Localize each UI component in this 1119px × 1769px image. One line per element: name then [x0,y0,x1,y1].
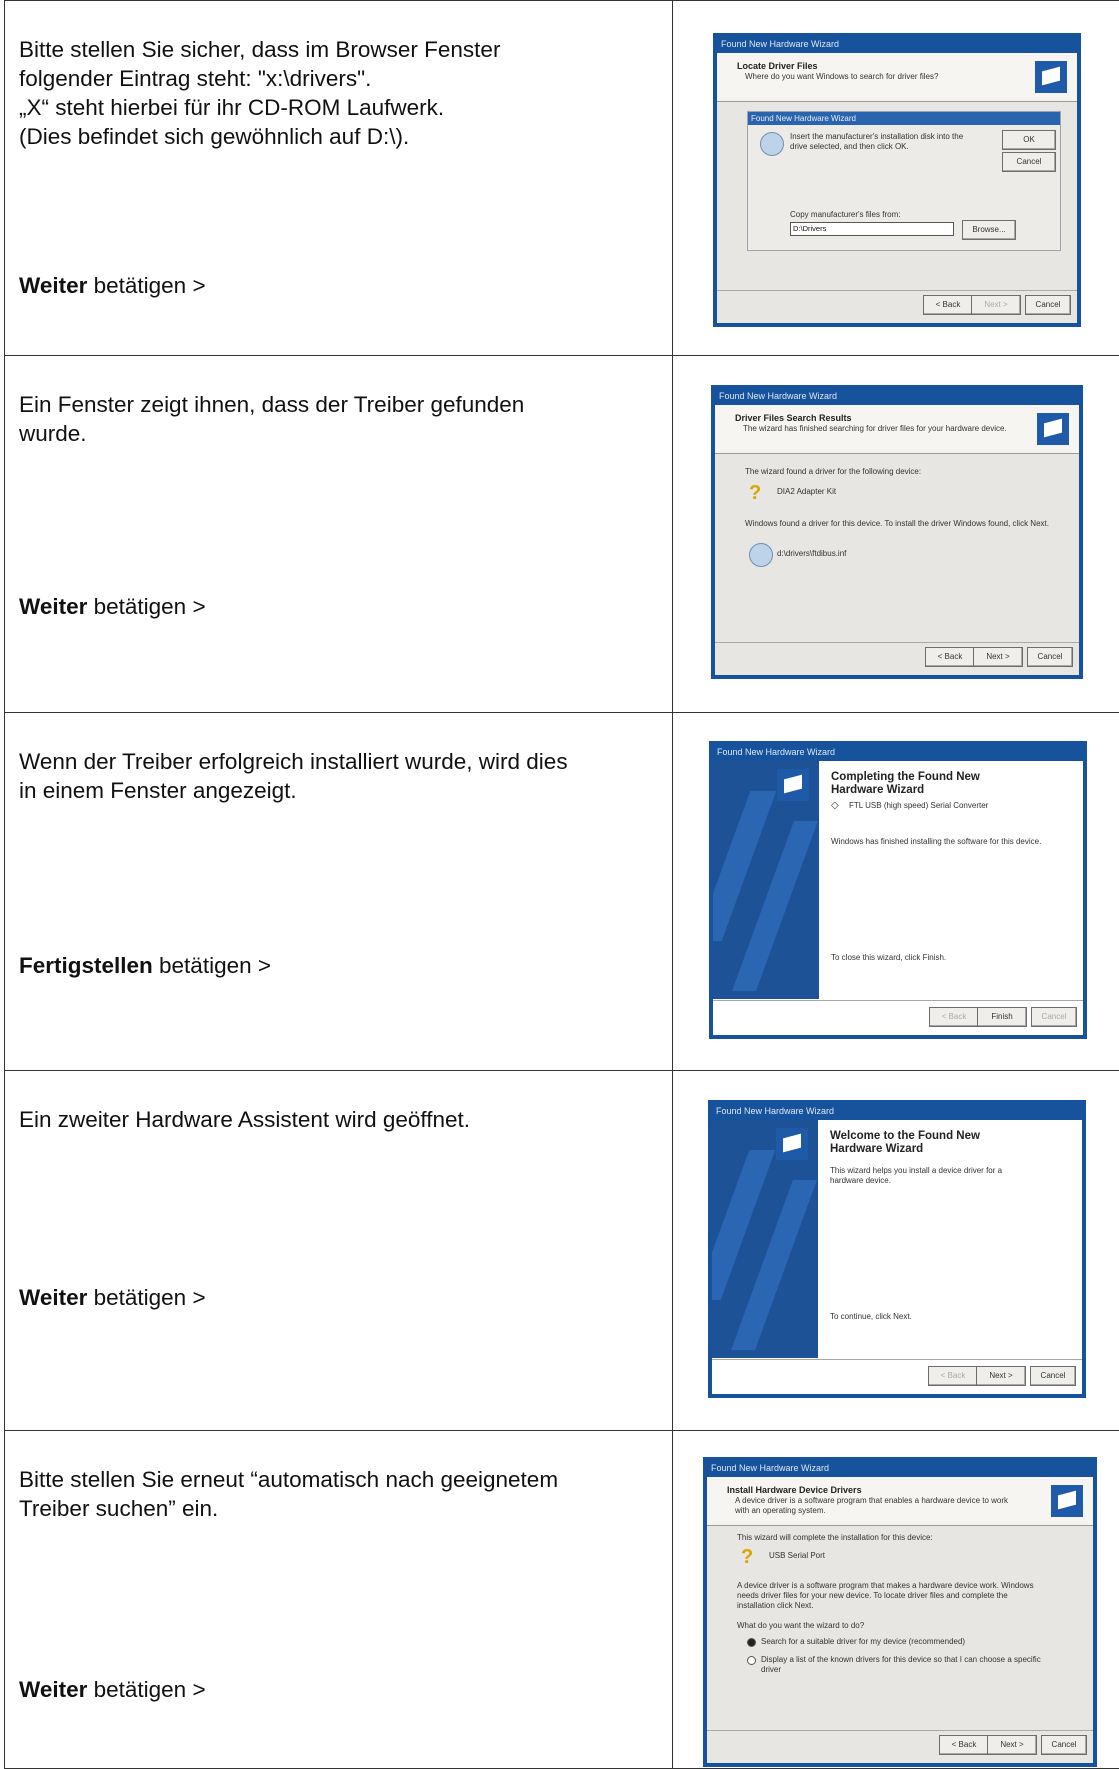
option-search-radio[interactable] [747,1638,756,1647]
back-button[interactable]: < Back [928,1366,978,1386]
step-description: Ein Fenster zeigt ihnen, dass der Treibe… [19,390,644,448]
cancel-button[interactable]: Cancel [1027,647,1073,667]
back-button[interactable]: < Back [923,295,973,315]
wizard-window: Found New Hardware Wizard Welcome to the… [708,1100,1086,1398]
hardware-wizard-icon [777,769,809,801]
screenshot-cell: Found New Hardware Wizard Welcome to the… [673,1071,1119,1431]
wizard-window: Found New Hardware Wizard Driver Files S… [711,385,1083,679]
device-diamond-icon: ◇ [831,801,839,811]
step-text-cell: Ein zweiter Hardware Assistent wird geöf… [5,1071,673,1431]
back-button[interactable]: < Back [925,647,975,667]
instructions-table: Bitte stellen Sie sicher, dass im Browse… [4,0,1119,1769]
step-row-4: Ein zweiter Hardware Assistent wird geöf… [5,1071,1119,1431]
step-action: Weiter betätigen > [19,1285,206,1311]
unknown-device-icon: ? [741,1547,761,1567]
wizard-titlebar: Found New Hardware Wizard [712,1104,1082,1119]
screenshot-cell: Found New Hardware Wizard Install Hardwa… [673,1431,1119,1769]
wizard-window: Found New Hardware Wizard Completing the… [709,741,1087,1039]
step-text-cell: Bitte stellen Sie erneut “automatisch na… [5,1431,673,1769]
driver-file-icon [749,543,773,567]
cancel-button[interactable]: Cancel [1030,1366,1076,1386]
wizard-big-title: Welcome to the Found New Hardware Wizard [830,1130,980,1156]
hardware-wizard-icon [1037,413,1069,445]
back-button[interactable]: < Back [929,1007,979,1027]
step-row-2: Ein Fenster zeigt ihnen, dass der Treibe… [5,356,1119,713]
step-row-3: Wenn der Treiber erfolgreich installiert… [5,713,1119,1071]
cancel-button[interactable]: Cancel [1041,1735,1087,1755]
step-action: Weiter betätigen > [19,594,206,620]
screenshot-cell: Found New Hardware Wizard Driver Files S… [673,356,1119,713]
step-text-cell: Bitte stellen Sie sicher, dass im Browse… [5,1,673,356]
cancel-button[interactable]: Cancel [1002,152,1056,172]
step-description: Wenn der Treiber erfolgreich installiert… [19,747,644,805]
wizard-sidebar-graphic [713,761,819,999]
screenshot-cell: Found New Hardware Wizard Locate Driver … [673,1,1119,356]
wizard-window: Found New Hardware Wizard Locate Driver … [713,33,1081,327]
next-button[interactable]: Next > [976,1366,1026,1386]
step-description: Ein zweiter Hardware Assistent wird geöf… [19,1105,644,1134]
ok-button[interactable]: OK [1002,130,1056,150]
browse-button[interactable]: Browse... [962,220,1016,240]
wizard-titlebar: Found New Hardware Wizard [715,389,1079,404]
next-button[interactable]: Next > [971,295,1021,315]
back-button[interactable]: < Back [939,1735,989,1755]
step-row-5: Bitte stellen Sie erneut “automatisch na… [5,1431,1119,1769]
footer-cancel-button[interactable]: Cancel [1025,295,1071,315]
screenshot-cell: Found New Hardware Wizard Completing the… [673,713,1119,1071]
hardware-wizard-icon [1051,1485,1083,1517]
next-button[interactable]: Next > [973,647,1023,667]
step-action: Fertigstellen betätigen > [19,953,271,979]
wizard-titlebar: Found New Hardware Wizard [717,37,1077,52]
finish-button[interactable]: Finish [977,1007,1027,1027]
hardware-wizard-icon [776,1128,808,1160]
wizard-sidebar-graphic [712,1120,818,1358]
option-display-list-radio[interactable] [747,1656,756,1665]
disk-icon [760,132,784,156]
step-action: Weiter betätigen > [19,1677,206,1703]
step-description: Bitte stellen Sie sicher, dass im Browse… [19,35,644,151]
wizard-window: Found New Hardware Wizard Install Hardwa… [703,1457,1097,1767]
cancel-button[interactable]: Cancel [1031,1007,1077,1027]
step-description: Bitte stellen Sie erneut “automatisch na… [19,1465,644,1523]
wizard-header: Driver Files Search Results The wizard h… [715,405,1079,454]
path-combo[interactable]: D:\Drivers [790,222,954,236]
wizard-header: Locate Driver Files Where do you want Wi… [717,53,1077,102]
wizard-titlebar: Found New Hardware Wizard [713,745,1083,760]
wizard-titlebar: Found New Hardware Wizard [707,1461,1093,1476]
step-row-1: Bitte stellen Sie sicher, dass im Browse… [5,1,1119,356]
hardware-wizard-icon [1035,61,1067,93]
step-action: Weiter betätigen > [19,273,206,299]
next-button[interactable]: Next > [987,1735,1037,1755]
wizard-header: Install Hardware Device Drivers A device… [707,1477,1093,1526]
wizard-big-title: Completing the Found New Hardware Wizard [831,771,980,797]
unknown-device-icon: ? [749,483,769,503]
step-text-cell: Wenn der Treiber erfolgreich installiert… [5,713,673,1071]
insert-disk-dialog: Found New Hardware Wizard Insert the man… [747,111,1061,251]
step-text-cell: Ein Fenster zeigt ihnen, dass der Treibe… [5,356,673,713]
